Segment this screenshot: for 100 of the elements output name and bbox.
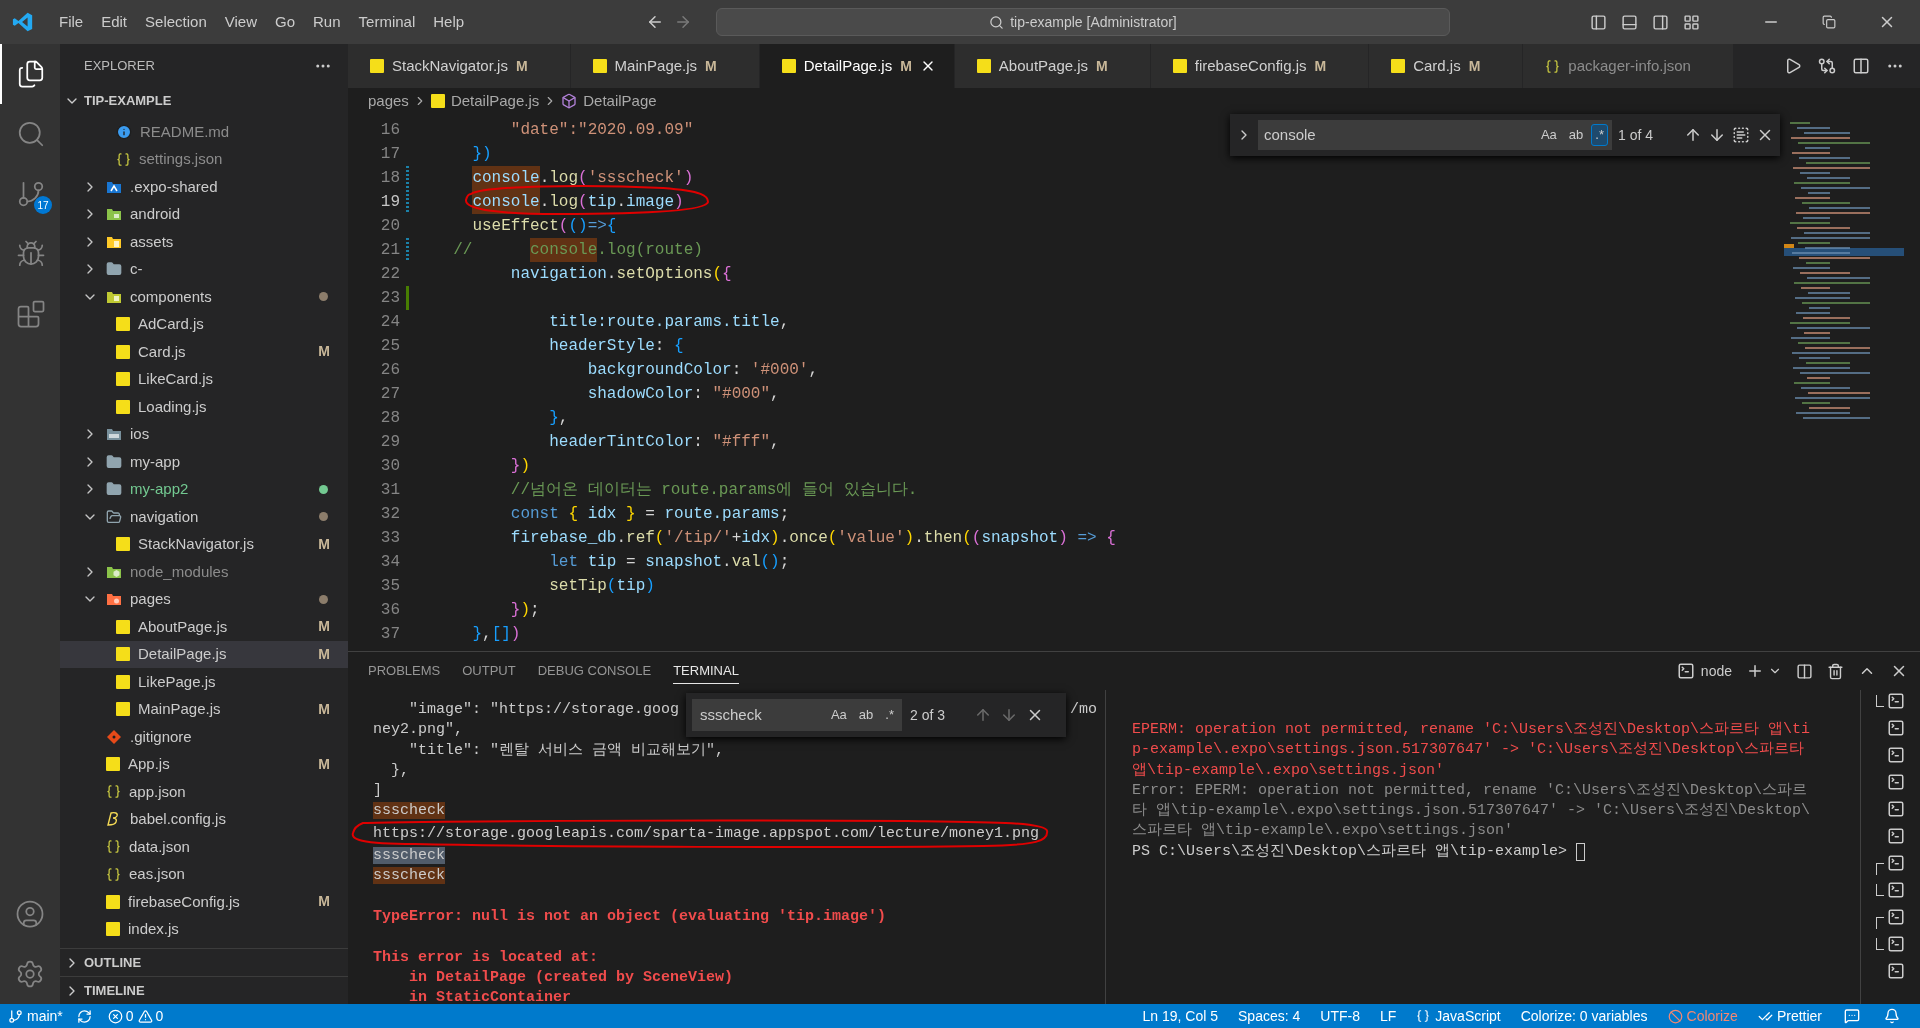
status-item[interactable]: Prettier: [1776, 1005, 1822, 1027]
trash-icon[interactable]: [1827, 662, 1844, 680]
find-option-toggle[interactable]: .*: [881, 704, 898, 726]
panel-tab[interactable]: DEBUG CONSOLE: [537, 658, 652, 684]
menu-item[interactable]: Terminal: [349, 7, 425, 37]
tree-entry[interactable]: README.md: [60, 118, 348, 146]
breadcrumb-item[interactable]: DetailPage: [583, 89, 657, 113]
folder-item[interactable]: navigation: [60, 503, 348, 531]
folder-item[interactable]: android: [60, 200, 348, 228]
notification-icon[interactable]: [1884, 1008, 1900, 1024]
section-header[interactable]: OUTLINE: [60, 948, 348, 976]
terminal-icon[interactable]: [1887, 719, 1905, 737]
editor-tab[interactable]: AboutPage.js M: [954, 44, 1151, 88]
find-option-toggle[interactable]: ab: [1564, 124, 1588, 146]
tree-entry[interactable]: LikePage.js: [60, 668, 348, 696]
forward-arrow-icon[interactable]: [674, 13, 692, 31]
terminal-icon[interactable]: [1887, 854, 1905, 872]
tree-entry[interactable]: app.json: [60, 778, 348, 806]
menu-item[interactable]: File: [50, 7, 93, 37]
panel-tab[interactable]: TERMINAL: [673, 658, 739, 684]
tree-entry[interactable]: index.js: [60, 915, 348, 943]
status-item[interactable]: Spaces: 4: [1238, 1005, 1301, 1027]
terminal-icon[interactable]: [1887, 773, 1905, 791]
toggle-sidebar-icon[interactable]: [1590, 13, 1607, 31]
menu-item[interactable]: Run: [304, 7, 350, 37]
find-option-toggle[interactable]: Aa: [826, 704, 851, 726]
tree-entry[interactable]: babel.config.js: [60, 805, 348, 833]
folder-item[interactable]: assets: [60, 228, 348, 256]
restore-icon[interactable]: [1822, 15, 1836, 29]
tree-entry[interactable]: eas.json: [60, 860, 348, 888]
compare-icon[interactable]: [1818, 57, 1836, 75]
find-input[interactable]: console Aa ab .*: [1258, 120, 1612, 150]
folder-item[interactable]: my-app2: [60, 475, 348, 503]
feedback-icon[interactable]: [1844, 1008, 1860, 1024]
find-option-toggle[interactable]: ab: [854, 704, 878, 726]
error-count[interactable]: 0: [125, 1005, 134, 1027]
tree-entry[interactable]: settings.json: [60, 145, 348, 173]
menu-item[interactable]: Help: [424, 7, 474, 37]
sync-icon[interactable]: [76, 1008, 92, 1024]
tree-entry[interactable]: DetailPage.js M: [60, 640, 348, 668]
warning-count[interactable]: 0: [155, 1005, 164, 1027]
status-item[interactable]: Ln 19, Col 5: [1142, 1005, 1219, 1027]
folder-item[interactable]: .expo-shared: [60, 173, 348, 201]
tree-entry[interactable]: Card.js M: [60, 338, 348, 366]
tree-entry[interactable]: Loading.js: [60, 393, 348, 421]
terminal-icon[interactable]: [1887, 800, 1905, 818]
command-center[interactable]: tip-example [Administrator]: [716, 8, 1450, 36]
split-terminal-icon[interactable]: [1796, 662, 1813, 680]
breadcrumb-item[interactable]: pages: [368, 89, 409, 113]
editor-tab[interactable]: firebaseConfig.js M: [1150, 44, 1370, 88]
tree-entry[interactable]: .gitignore: [60, 723, 348, 751]
terminal-icon[interactable]: [1887, 881, 1905, 899]
editor-tab[interactable]: packager-info.json: [1523, 44, 1734, 88]
editor-tab[interactable]: Card.js M: [1369, 44, 1524, 88]
branch-name[interactable]: main*: [27, 1005, 63, 1027]
tree-entry[interactable]: LikeCard.js: [60, 365, 348, 393]
find-option-toggle[interactable]: .*: [1591, 124, 1608, 146]
split-editor-icon[interactable]: [1852, 57, 1870, 75]
new-terminal-icon[interactable]: [1746, 662, 1764, 680]
panel-tab[interactable]: PROBLEMS: [368, 658, 441, 684]
terminal-icon[interactable]: [1887, 692, 1905, 710]
terminal-icon[interactable]: [1887, 935, 1905, 953]
previous-match-icon[interactable]: [1684, 126, 1702, 144]
find-input[interactable]: ssscheck Aa ab .*: [692, 699, 902, 731]
activity-button[interactable]: 17: [0, 164, 60, 224]
editor-tab[interactable]: StackNavigator.js M: [348, 44, 571, 88]
editor-tab[interactable]: DetailPage.js M: [759, 44, 955, 88]
terminal-icon[interactable]: [1887, 746, 1905, 764]
folder-item[interactable]: c-: [60, 255, 348, 283]
terminal-icon[interactable]: [1887, 962, 1905, 980]
menu-item[interactable]: Selection: [136, 7, 216, 37]
find-option-toggle[interactable]: Aa: [1536, 124, 1561, 146]
status-item[interactable]: LF: [1379, 1005, 1397, 1027]
tree-entry[interactable]: AboutPage.js M: [60, 613, 348, 641]
toggle-secondary-sidebar-icon[interactable]: [1652, 13, 1669, 31]
next-match-icon[interactable]: [1708, 126, 1726, 144]
folder-item[interactable]: node_modules: [60, 558, 348, 586]
tree-entry[interactable]: firebaseConfig.js M: [60, 888, 348, 916]
tree-entry[interactable]: data.json: [60, 833, 348, 861]
terminal-name[interactable]: node: [1700, 660, 1732, 682]
toggle-panel-icon[interactable]: [1621, 13, 1638, 31]
layout-icon[interactable]: [1683, 13, 1700, 31]
menu-item[interactable]: Edit: [92, 7, 137, 37]
breadcrumb-item[interactable]: DetailPage.js: [450, 89, 540, 113]
tree-entry[interactable]: MainPage.js M: [60, 695, 348, 723]
workspace-title[interactable]: TIP-EXAMPLE: [84, 91, 172, 111]
status-item[interactable]: Colorize: 0 variables: [1520, 1005, 1648, 1027]
panel-tab[interactable]: OUTPUT: [462, 658, 516, 684]
terminal-icon[interactable]: [1887, 908, 1905, 926]
folder-item[interactable]: pages: [60, 585, 348, 613]
folder-item[interactable]: my-app: [60, 448, 348, 476]
folder-item[interactable]: ios: [60, 420, 348, 448]
tree-entry[interactable]: App.js M: [60, 750, 348, 778]
tree-entry[interactable]: StackNavigator.js M: [60, 530, 348, 558]
terminal-icon[interactable]: [1887, 827, 1905, 845]
language-mode[interactable]: JavaScript: [1435, 1005, 1501, 1027]
menu-item[interactable]: View: [215, 7, 266, 37]
tree-entry[interactable]: AdCard.js: [60, 310, 348, 338]
menu-item[interactable]: Go: [266, 7, 304, 37]
folder-item[interactable]: components: [60, 283, 348, 311]
